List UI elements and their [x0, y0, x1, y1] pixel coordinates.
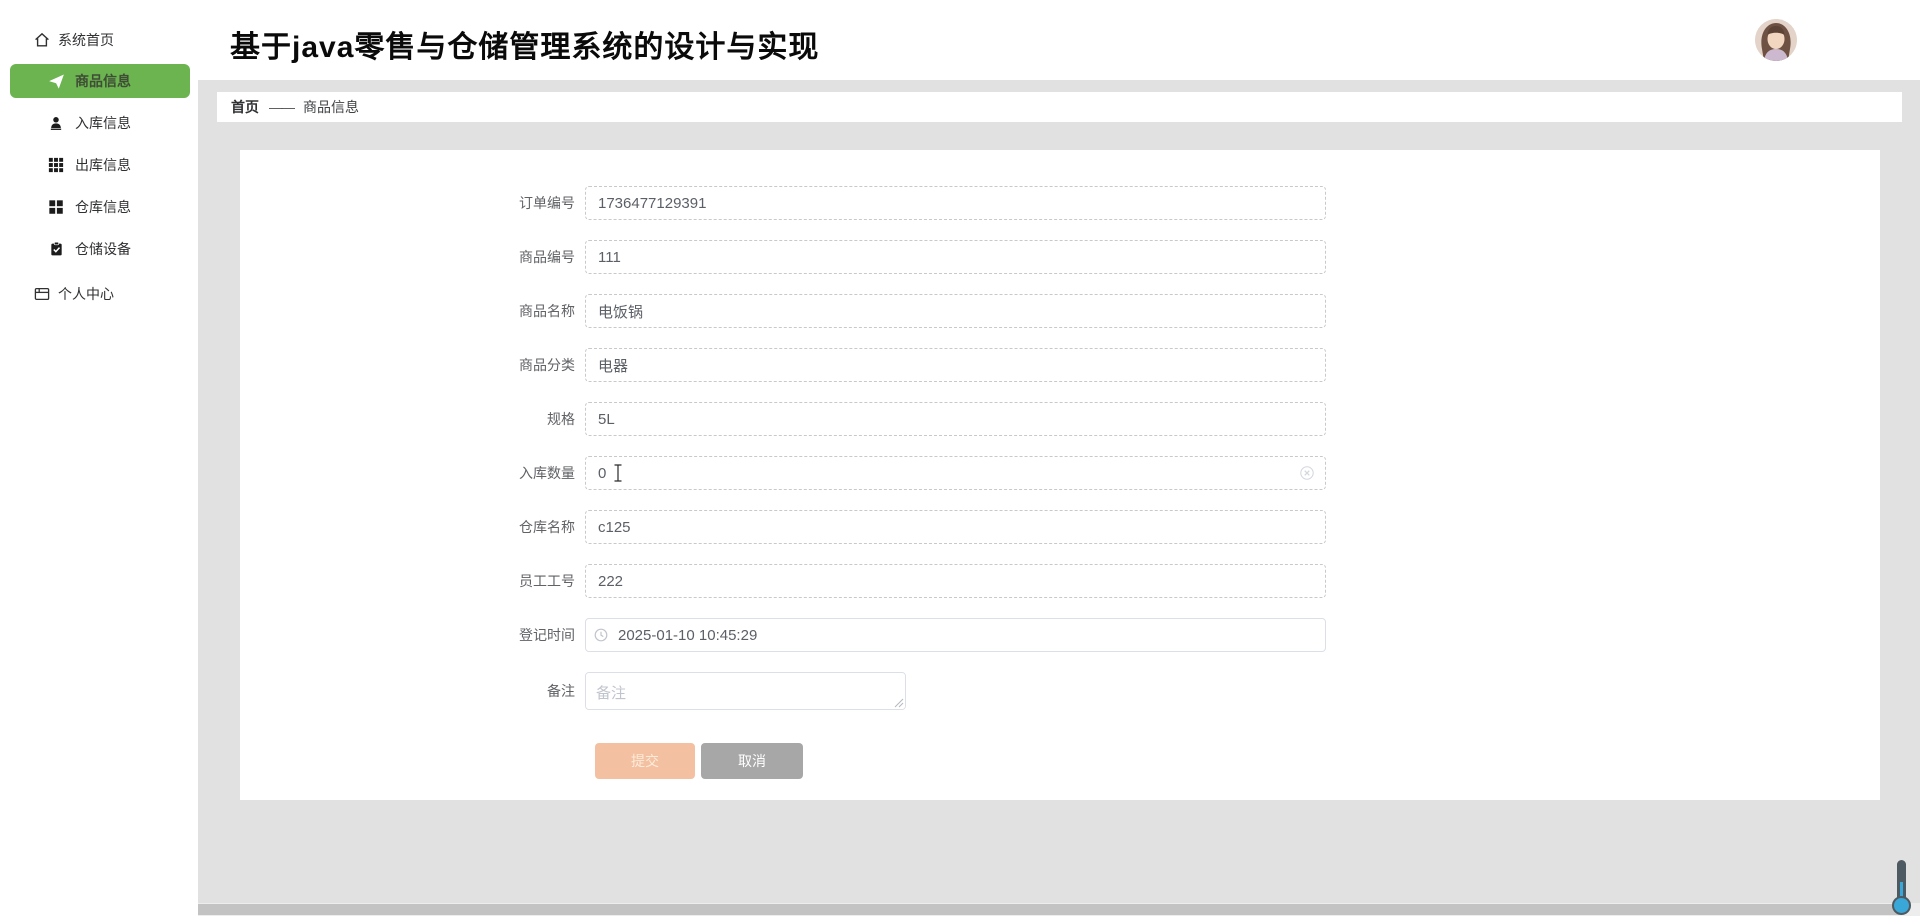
order-no-input[interactable]: [585, 186, 1326, 220]
form-row-remark: 备注: [240, 672, 1880, 710]
breadcrumb-current: 商品信息: [303, 99, 359, 115]
form-row-product-category: 商品分类: [240, 348, 1880, 382]
home-icon: [33, 31, 51, 49]
sidebar-item-system-home[interactable]: 系统首页: [0, 20, 198, 60]
field-label: 商品名称: [519, 303, 575, 319]
product-category-input[interactable]: [585, 348, 1326, 382]
content-area: 首页 —— 商品信息 订单编号 商品编号 商品名称 商品分类: [198, 80, 1920, 903]
sidebar-item-personal-center[interactable]: 个人中心: [0, 274, 198, 314]
clear-input-icon[interactable]: [1300, 466, 1314, 485]
sidebar-item-label: 系统首页: [58, 32, 114, 48]
profile-card-icon: [33, 285, 51, 303]
scroll-to-top-widget[interactable]: [1890, 860, 1912, 916]
form-card: 订单编号 商品编号 商品名称 商品分类 规格: [240, 150, 1880, 800]
register-time-input[interactable]: [585, 618, 1326, 652]
form-row-product-no: 商品编号: [240, 240, 1880, 274]
grid4-icon: [47, 198, 65, 216]
warehouse-name-input[interactable]: [585, 510, 1326, 544]
field-label: 仓库名称: [519, 519, 575, 535]
sidebar-item-storage-equipment[interactable]: 仓储设备: [0, 228, 198, 270]
breadcrumb: 首页 —— 商品信息: [217, 92, 1902, 122]
send-icon: [47, 72, 65, 90]
form-row-product-name: 商品名称: [240, 294, 1880, 328]
field-label: 商品编号: [519, 249, 575, 265]
remark-textarea[interactable]: [585, 672, 906, 710]
product-name-input[interactable]: [585, 294, 1326, 328]
cancel-button[interactable]: 取消: [701, 743, 803, 779]
field-label: 入库数量: [519, 465, 575, 481]
spec-input[interactable]: [585, 402, 1326, 436]
employee-no-input[interactable]: [585, 564, 1326, 598]
submit-button[interactable]: 提交: [595, 743, 695, 779]
field-label: 规格: [547, 411, 575, 427]
form-row-warehouse-name: 仓库名称: [240, 510, 1880, 544]
field-label: 订单编号: [519, 195, 575, 211]
scroll-widget-dot: [1892, 896, 1911, 915]
field-label: 员工工号: [519, 573, 575, 589]
sidebar-item-outbound-info[interactable]: 出库信息: [0, 144, 198, 186]
form-row-register-time: 登记时间: [240, 618, 1880, 652]
top-header: 基于java零售与仓储管理系统的设计与实现: [198, 0, 1920, 80]
form-row-employee-no: 员工工号: [240, 564, 1880, 598]
sidebar-item-product-info[interactable]: 商品信息: [10, 64, 190, 98]
form-row-order-no: 订单编号: [240, 186, 1880, 220]
page-title: 基于java零售与仓储管理系统的设计与实现: [230, 31, 820, 64]
sidebar: 系统首页 商品信息 入库信息 出库信息 仓库信息 仓储设备 个人中心: [0, 0, 198, 916]
breadcrumb-separator: ——: [269, 99, 295, 115]
inbound-form: 订单编号 商品编号 商品名称 商品分类 规格: [240, 186, 1880, 779]
user-avatar[interactable]: [1755, 19, 1797, 61]
horizontal-scrollbar: [198, 903, 1920, 916]
field-label: 备注: [547, 683, 575, 699]
sidebar-item-label: 仓库信息: [75, 199, 131, 215]
sidebar-item-label: 出库信息: [75, 157, 131, 173]
inbound-qty-input[interactable]: [585, 456, 1326, 490]
sidebar-item-label: 商品信息: [75, 73, 131, 89]
grid9-icon: [47, 156, 65, 174]
sidebar-item-inbound-info[interactable]: 入库信息: [0, 102, 198, 144]
sidebar-item-label: 入库信息: [75, 115, 131, 131]
field-label: 商品分类: [519, 357, 575, 373]
sidebar-item-label: 个人中心: [58, 286, 114, 302]
form-row-inbound-qty: 入库数量: [240, 456, 1880, 490]
breadcrumb-home[interactable]: 首页: [231, 97, 259, 117]
horizontal-scrollbar-thumb[interactable]: [198, 904, 1899, 915]
form-row-spec: 规格: [240, 402, 1880, 436]
sidebar-item-label: 仓储设备: [75, 241, 131, 257]
app-window: 系统首页 商品信息 入库信息 出库信息 仓库信息 仓储设备 个人中心 基于jav…: [0, 0, 1920, 916]
field-label: 登记时间: [519, 627, 575, 643]
form-actions: 提交 取消: [595, 743, 1880, 779]
sidebar-item-warehouse-info[interactable]: 仓库信息: [0, 186, 198, 228]
product-no-input[interactable]: [585, 240, 1326, 274]
clipboard-check-icon: [47, 240, 65, 258]
user-icon: [47, 114, 65, 132]
